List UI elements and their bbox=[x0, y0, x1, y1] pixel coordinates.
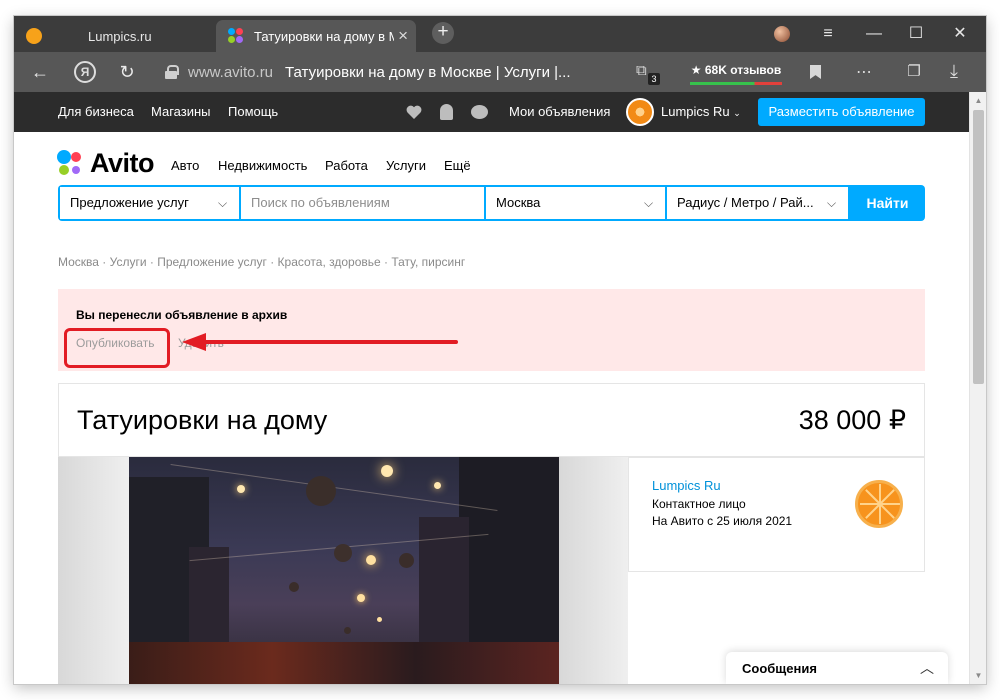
browser-window: Lumpics.ru Татуировки на дому в М × + ≡ … bbox=[14, 16, 986, 684]
scroll-down-icon[interactable]: ▼ bbox=[970, 667, 986, 684]
extension-badge-count: 3 bbox=[648, 73, 660, 85]
user-avatar[interactable] bbox=[626, 98, 654, 126]
back-arrow-icon[interactable]: ← bbox=[28, 60, 52, 84]
listing-title: Татуировки на дому bbox=[77, 405, 328, 435]
nav-more[interactable]: Ещё bbox=[444, 158, 471, 173]
nav-auto[interactable]: Авто bbox=[171, 158, 199, 173]
archive-notice: Вы перенесли объявление в архив Опублико… bbox=[58, 289, 925, 371]
radius-select[interactable]: Радиус / Метро / Рай... ⌵ bbox=[667, 187, 848, 219]
city-select[interactable]: Москва ⌵ bbox=[486, 187, 665, 219]
reviews-rating-bar bbox=[690, 82, 782, 85]
highlight-box bbox=[64, 328, 170, 368]
yandex-icon[interactable]: Я bbox=[74, 61, 96, 83]
new-tab-button[interactable]: + bbox=[432, 22, 454, 44]
seller-name-link[interactable]: Lumpics Ru bbox=[652, 478, 721, 493]
more-icon[interactable]: ⋯ bbox=[856, 62, 873, 82]
logo-text[interactable]: Avito bbox=[90, 148, 155, 179]
web-page: Для бизнеса Магазины Помощь Мои объявлен… bbox=[14, 92, 986, 684]
category-select[interactable]: Предложение услуг ⌵ bbox=[60, 187, 239, 219]
reload-icon[interactable]: ↻ bbox=[115, 60, 139, 84]
minimize-button[interactable]: — bbox=[854, 21, 894, 47]
page-scrollbar[interactable]: ▲ ▼ bbox=[969, 92, 986, 684]
download-icon[interactable]: ⤓ bbox=[950, 61, 958, 82]
user-menu[interactable]: Lumpics Ru ⌄ bbox=[661, 104, 741, 119]
notifications-bell-icon[interactable] bbox=[440, 104, 453, 120]
reviews-badge[interactable]: ★ 68K отзывов bbox=[690, 60, 782, 84]
url-field[interactable]: www.avito.ru Татуировки на дому в Москве… bbox=[154, 57, 674, 87]
listing-photo[interactable] bbox=[129, 457, 559, 684]
tab-title: Lumpics.ru bbox=[88, 28, 152, 44]
link-my-ads[interactable]: Мои объявления bbox=[509, 104, 610, 119]
close-window-button[interactable]: ✕ bbox=[940, 21, 980, 47]
maximize-button[interactable]: ☐ bbox=[896, 21, 936, 47]
link-for-business[interactable]: Для бизнеса bbox=[58, 104, 134, 119]
nav-real-estate[interactable]: Недвижимость bbox=[218, 158, 307, 173]
seller-card: Lumpics Ru Контактное лицо На Авито с 25… bbox=[628, 457, 925, 572]
chevron-down-icon: ⌵ bbox=[218, 196, 228, 210]
browser-menu-icon[interactable]: ≡ bbox=[808, 21, 848, 47]
gallery-side-left bbox=[58, 457, 129, 684]
search-input[interactable]: Поиск по объявлениям bbox=[241, 187, 484, 219]
chevron-up-icon[interactable]: ︿ bbox=[920, 658, 934, 678]
favorites-heart-icon[interactable] bbox=[406, 104, 422, 120]
nav-services[interactable]: Услуги bbox=[386, 158, 426, 173]
find-button[interactable]: Найти bbox=[850, 185, 925, 221]
site-top-bar: Для бизнеса Магазины Помощь Мои объявлен… bbox=[14, 92, 969, 132]
messages-widget[interactable]: Сообщения ︿ bbox=[726, 652, 948, 684]
annotation-arrow-head bbox=[182, 333, 206, 351]
chevron-down-icon: ⌵ bbox=[827, 196, 837, 210]
link-shops[interactable]: Магазины bbox=[151, 104, 211, 119]
messages-chat-icon[interactable] bbox=[471, 105, 488, 119]
seller-since: На Авито с 25 июля 2021 bbox=[652, 514, 793, 528]
tab-strip: Lumpics.ru Татуировки на дому в М × + ≡ … bbox=[14, 16, 986, 52]
tab-avito-active[interactable]: Татуировки на дому в М × bbox=[216, 20, 416, 52]
link-help[interactable]: Помощь bbox=[228, 104, 278, 119]
chevron-down-icon: ⌄ bbox=[733, 108, 741, 118]
scroll-up-icon[interactable]: ▲ bbox=[970, 92, 986, 109]
radius-value: Радиус / Метро / Рай... bbox=[677, 195, 814, 210]
archive-notice-text: Вы перенесли объявление в архив bbox=[76, 308, 288, 322]
breadcrumb[interactable]: Москва · Услуги · Предложение услуг · Кр… bbox=[58, 255, 465, 269]
gallery-side-right bbox=[559, 457, 628, 684]
photo-gallery[interactable] bbox=[58, 457, 628, 684]
city-value: Москва bbox=[496, 195, 541, 210]
avito-logo-icon[interactable] bbox=[57, 150, 87, 180]
lock-icon bbox=[164, 65, 179, 79]
address-bar: ← Я ↻ www.avito.ru Татуировки на дому в … bbox=[14, 52, 986, 92]
chevron-down-icon: ⌵ bbox=[644, 196, 654, 210]
scroll-thumb[interactable] bbox=[973, 110, 984, 384]
nav-jobs[interactable]: Работа bbox=[325, 158, 368, 173]
category-value: Предложение услуг bbox=[70, 195, 189, 210]
listing-price: 38 000 ₽ bbox=[798, 405, 906, 435]
profile-avatar-icon[interactable] bbox=[774, 26, 790, 42]
collections-icon[interactable]: ❐ bbox=[904, 62, 924, 82]
post-ad-button[interactable]: Разместить объявление bbox=[758, 98, 925, 126]
url-host: www.avito.ru bbox=[188, 63, 274, 81]
seller-role: Контактное лицо bbox=[652, 497, 746, 511]
url-page-title: Татуировки на дому в Москве | Услуги |..… bbox=[285, 63, 571, 81]
user-name: Lumpics Ru bbox=[661, 104, 730, 119]
messages-label: Сообщения bbox=[742, 661, 817, 676]
annotation-arrow bbox=[200, 340, 458, 344]
lumpics-favicon-icon bbox=[26, 28, 42, 44]
extension-icon[interactable]: ⧉ 3 bbox=[636, 62, 660, 85]
tab-lumpics[interactable]: Lumpics.ru bbox=[14, 20, 214, 52]
bookmark-icon[interactable] bbox=[810, 65, 821, 79]
search-row: Предложение услуг ⌵ Поиск по объявлениям… bbox=[58, 185, 925, 221]
seller-avatar[interactable] bbox=[855, 480, 903, 528]
listing-header: Татуировки на дому 38 000 ₽ bbox=[58, 383, 925, 457]
avito-favicon-icon bbox=[228, 28, 244, 44]
tab-close-icon[interactable]: × bbox=[398, 27, 408, 44]
tab-title: Татуировки на дому в М bbox=[254, 28, 394, 44]
